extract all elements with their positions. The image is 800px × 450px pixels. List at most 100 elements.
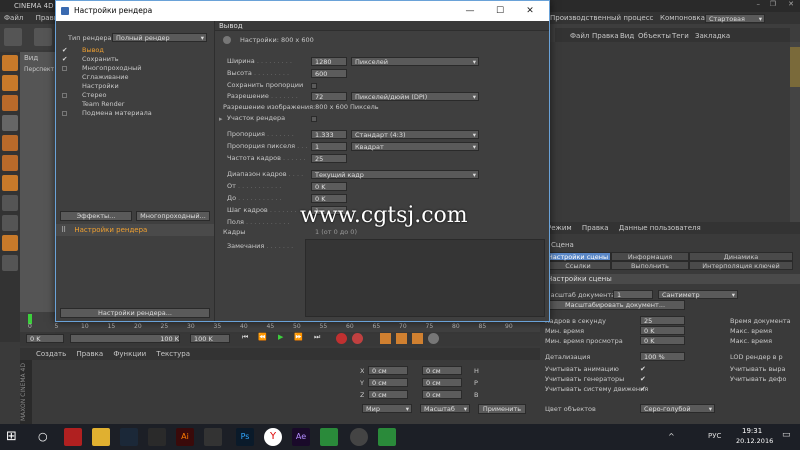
cube2-icon[interactable]	[2, 135, 18, 151]
tray-chevron-icon[interactable]: ^	[668, 432, 675, 441]
frame-rate-field[interactable]: 25	[311, 154, 347, 163]
effects-button[interactable]: Эффекты...	[60, 211, 132, 221]
tree-item-multipass[interactable]: Многопроходный	[56, 64, 214, 73]
dialog-minimize-icon[interactable]: —	[455, 1, 485, 21]
frame-range-select[interactable]: Текущий кадр	[311, 170, 479, 179]
render-preset-row[interactable]: ⠿ Настройки рендера	[56, 224, 214, 236]
next-key-icon[interactable]: ⏩	[294, 333, 303, 341]
param-key-icon[interactable]	[428, 333, 439, 344]
tree-item-stereo[interactable]: Стерео	[56, 91, 214, 100]
explorer-icon[interactable]	[92, 428, 110, 446]
notifications-icon[interactable]: ▭	[782, 430, 791, 440]
rotate-key-icon[interactable]	[412, 333, 423, 344]
side-tab-objects[interactable]	[790, 47, 800, 87]
close-icon[interactable]: ✕	[788, 0, 794, 8]
dialog-maximize-icon[interactable]: ☐	[485, 1, 515, 21]
mat-menu-edit[interactable]: Правка	[76, 350, 103, 358]
doc-scale-field[interactable]: 1	[613, 290, 653, 299]
attr-menu-userdata[interactable]: Данные пользователя	[619, 224, 701, 232]
om-menu-tags[interactable]: Теги	[672, 32, 689, 40]
om-menu-bookmarks[interactable]: Закладка	[695, 32, 730, 40]
detail-field[interactable]: 100 %	[640, 352, 685, 361]
dialog-close-icon[interactable]: ✕	[515, 1, 545, 21]
size-unit-select[interactable]: Пикселей	[351, 57, 479, 66]
corner-icon[interactable]	[2, 175, 18, 191]
restore-icon[interactable]: ❐	[770, 0, 776, 8]
notes-textarea[interactable]	[305, 239, 545, 317]
tab-execute[interactable]: Выполнить	[611, 261, 689, 270]
language-indicator[interactable]: РУС	[708, 432, 721, 440]
preset-circle-icon[interactable]	[223, 36, 231, 44]
clock-date[interactable]: 20.12.2016	[736, 437, 773, 445]
use-motion-check[interactable]: ✔	[640, 385, 646, 393]
height-field[interactable]: 600	[311, 69, 347, 78]
search-icon[interactable]: ○	[38, 430, 48, 443]
go-end-icon[interactable]: ⏭	[314, 333, 320, 342]
attr-fps-field[interactable]: 25	[640, 316, 685, 325]
attr-menu-edit[interactable]: Правка	[582, 224, 609, 232]
attr-menu-mode[interactable]: Режим	[547, 224, 572, 232]
recorder-icon[interactable]	[378, 428, 396, 446]
redo-icon[interactable]	[34, 28, 52, 46]
grid2-icon[interactable]	[2, 255, 18, 271]
mat-menu-functions[interactable]: Функции	[113, 350, 146, 358]
tree-item-output[interactable]: ✔ Вывод	[56, 46, 214, 55]
s-icon[interactable]	[2, 215, 18, 231]
cube-icon[interactable]	[2, 55, 18, 71]
resolution-unit-select[interactable]: Пикселей/дюйм (DPI)	[351, 92, 479, 101]
use-animation-check[interactable]: ✔	[640, 365, 646, 373]
scale-key-icon[interactable]	[396, 333, 407, 344]
om-menu-objects[interactable]: Объекты	[638, 32, 671, 40]
start-frame-field[interactable]: 0 K	[26, 334, 64, 343]
end-frame-field[interactable]: 100 K	[70, 334, 180, 343]
render-settings-button[interactable]: Настройки рендера...	[60, 308, 210, 318]
prev-key-icon[interactable]: ⏪	[258, 333, 267, 341]
min-preview-field[interactable]: 0 K	[640, 336, 685, 345]
to-field[interactable]: 0 K	[311, 194, 347, 203]
checker-icon[interactable]	[2, 75, 18, 91]
om-menu-view[interactable]: Вид	[620, 32, 634, 40]
multipass-button[interactable]: Многопроходный...	[136, 211, 210, 221]
pixel-aspect-select[interactable]: Квадрат	[351, 142, 479, 151]
coord-x-size-field[interactable]: 0 см	[422, 366, 462, 375]
undo-icon[interactable]	[4, 28, 22, 46]
apply-button[interactable]: Применить	[478, 404, 526, 414]
coord-y-size-field[interactable]: 0 см	[422, 378, 462, 387]
coord-space-select[interactable]: Мир	[362, 404, 412, 413]
play-icon[interactable]: ▶	[278, 333, 283, 341]
coord-x-pos-field[interactable]: 0 см	[368, 366, 408, 375]
yandex-icon[interactable]: Y	[264, 428, 282, 446]
min-time-field[interactable]: 0 K	[640, 326, 685, 335]
keep-ratio-checkbox[interactable]	[311, 83, 317, 89]
autokey-icon[interactable]	[352, 333, 363, 344]
cube3-icon[interactable]	[2, 155, 18, 171]
width-field[interactable]: 1280	[311, 57, 347, 66]
tab-dynamics[interactable]: Динамика	[689, 252, 793, 261]
tree-item-options[interactable]: Настройки	[56, 82, 214, 91]
render-type-select[interactable]: Полный рендер	[112, 33, 207, 42]
tab-info[interactable]: Информация	[611, 252, 689, 261]
grid-icon[interactable]	[2, 95, 18, 111]
record-icon[interactable]	[336, 333, 347, 344]
film-aspect-select[interactable]: Стандарт (4:3)	[351, 130, 479, 139]
tab-references[interactable]: Ссылки	[545, 261, 611, 270]
from-field[interactable]: 0 K	[311, 182, 347, 191]
scale-document-button[interactable]: Масштабировать документ...	[545, 300, 685, 310]
clock-time[interactable]: 19:31	[742, 427, 762, 435]
coord-y-pos-field[interactable]: 0 см	[368, 378, 408, 387]
bag-icon[interactable]	[148, 428, 166, 446]
tree-item-antialiasing[interactable]: Сглаживание	[56, 73, 214, 82]
camtasia-icon[interactable]	[320, 428, 338, 446]
coord-z-size-field[interactable]: 0 см	[422, 390, 462, 399]
viewport-tab[interactable]: Вид	[24, 54, 38, 62]
menu-file[interactable]: Файл	[4, 12, 23, 24]
coord-scale-select[interactable]: Масштаб	[420, 404, 470, 413]
tab-scene-settings[interactable]: Настройки сцены	[545, 252, 611, 261]
tree-item-team-render[interactable]: Team Render	[56, 100, 214, 109]
om-menu-file[interactable]: Файл	[570, 32, 589, 40]
start-icon[interactable]: ⊞	[6, 429, 17, 444]
tab-key-interpolation[interactable]: Интерполяция ключей	[689, 261, 793, 270]
tree-item-material-override[interactable]: Подмена материала	[56, 109, 214, 118]
cinema4d-icon[interactable]	[350, 428, 368, 446]
preview-end-field[interactable]: 100 K	[190, 334, 230, 343]
